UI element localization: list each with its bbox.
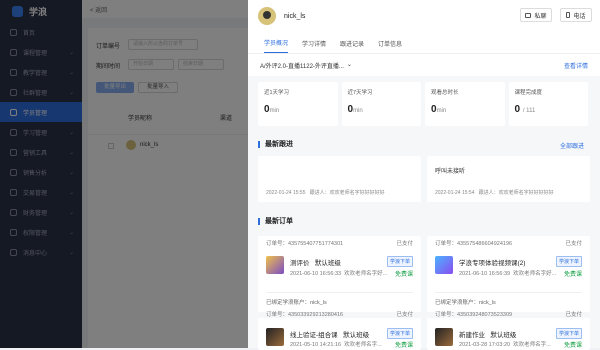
bound-account: 已绑定学浪账户：nick_ls [266,292,413,306]
tab-overview[interactable]: 学员概况 [264,38,289,53]
order-source-badge: 学浪下单 [386,328,413,339]
stat-card: 近7天学习 0min [341,82,421,126]
drawer-tabs: 学员概况 学习详情 跟进记录 订单信息 [248,32,600,54]
order-card[interactable]: 订单号：435033929213280416 已支付 线上验证-组合课 默认班级… [258,312,421,350]
phone-button[interactable]: 电话 [560,8,592,22]
followup-title: 最新跟进 [258,141,293,148]
chevron-down-icon: ⌄ [346,61,352,68]
course-row: A/外评2.0-直播1122-外评直播... ⌄ 查看详情 [248,54,600,76]
modal-overlay[interactable] [0,0,248,348]
student-name: nick_ls [284,12,306,20]
avatar [258,7,276,25]
course-thumbnail [266,328,284,346]
order-card[interactable]: 订单号：4357554077517743​01 已支付 测评价 默认班级 202… [258,236,421,312]
stat-card: 课程完成度 0 / 111 [508,82,588,126]
chat-button[interactable]: 私聊 [520,8,552,22]
stat-card: 观看总时长 0min [425,82,505,126]
drawer-header: nick_ls 私聊 电话 [248,0,600,32]
tab-orders[interactable]: 订单信息 [378,39,402,53]
all-followup-link[interactable]: 全部跟进 [560,141,584,150]
student-detail-drawer: nick_ls 私聊 电话 学员概况 学习详情 跟进记录 订单信息 A/外评2.… [248,0,600,350]
order-source-badge: 学浪下单 [555,256,582,267]
order-source-badge: 学浪下单 [555,328,582,339]
view-details-link[interactable]: 查看详情 [564,61,588,70]
tab-followup[interactable]: 跟进记录 [340,39,364,53]
course-thumbnail [266,256,284,274]
stat-card: 近1天学习 0min [258,82,338,126]
order-source-badge: 学浪下单 [386,256,413,267]
course-select[interactable]: A/外评2.0-直播1122-外评直播... ⌄ [260,61,352,70]
chat-icon [525,12,532,18]
followup-card: 2022-01-24 15:55 跟进人：欢欢老师名字好好好好好 [258,156,421,202]
phone-icon [566,12,571,18]
price-label: 免费课 [563,272,582,278]
order-card[interactable]: 订单号：435575486604924196 已支付 学浪专项体验视频课(2) … [427,236,590,312]
stats-row: 近1天学习 0min 近7天学习 0min 观看总时长 0min 课程完成度 0 / 1… [258,82,588,126]
bound-account: 已绑定学浪账户：nick_ls [435,292,582,306]
price-label: 免费课 [394,272,413,278]
followup-card: 呼叫未接听 2022-01-24 15:54 跟进人：欢欢老师名字好好好好好 [427,156,590,202]
course-thumbnail [435,328,453,346]
course-thumbnail [435,256,453,274]
order-card[interactable]: 订单号：435039248073523309 已支付 新建作业 默认班级 202… [427,312,590,350]
tab-learning[interactable]: 学习详情 [302,39,326,53]
orders-title: 最新订单 [258,218,293,225]
